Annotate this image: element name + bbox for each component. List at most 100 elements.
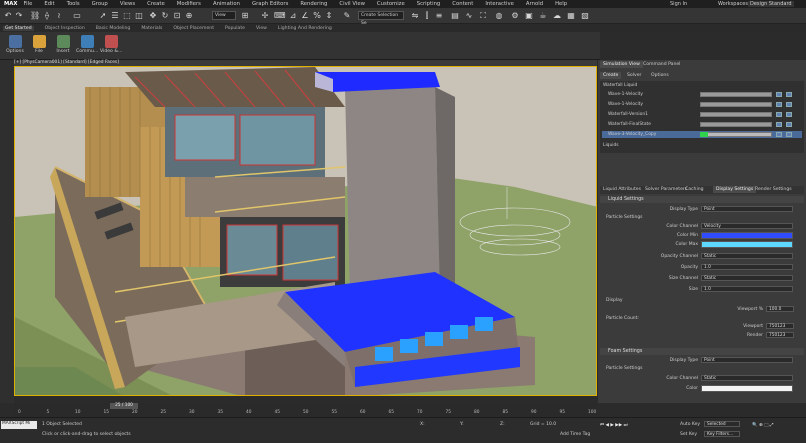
render-cloud-icon[interactable]: ☁ — [552, 10, 562, 21]
ribbon-tab-object-inspection[interactable]: Object Inspection — [45, 26, 85, 31]
ribbon-tab-object-placement[interactable]: Object Placement — [173, 26, 214, 31]
stop-icon[interactable] — [786, 92, 792, 97]
file-button[interactable]: File — [28, 34, 50, 58]
rendered-frame-icon[interactable]: ▣ — [524, 10, 534, 21]
menu-item-graph-editors[interactable]: Graph Editors — [252, 1, 288, 7]
menu-item-modifiers[interactable]: Modifiers — [177, 1, 201, 7]
bind-icon[interactable]: ≀ — [54, 10, 64, 21]
percent-snap-icon[interactable]: % — [312, 10, 322, 21]
mirror-icon[interactable]: ⇋ — [410, 10, 420, 21]
tab-create[interactable]: Create — [600, 72, 622, 79]
maxscript-listener[interactable]: MAXScript Mi — [1, 421, 37, 429]
selection-filter-icon[interactable]: ▭ — [72, 10, 82, 21]
render-production-icon[interactable]: ☕ — [538, 10, 548, 21]
select-object-icon[interactable]: ➚ — [98, 10, 108, 21]
menu-item-views[interactable]: Views — [120, 1, 135, 7]
tree-item[interactable]: Waterfall-FinalState — [608, 122, 651, 128]
color-max-swatch[interactable] — [701, 241, 793, 248]
viewport-perspective[interactable] — [14, 66, 597, 396]
selected-dropdown[interactable]: Selected — [704, 421, 740, 427]
menu-item-group[interactable]: Group — [92, 1, 108, 7]
transport-controls[interactable]: ⏮ ◀ ▶ ▶▶ ⏭ — [600, 422, 628, 428]
rotate-icon[interactable]: ↻ — [160, 10, 170, 21]
toggle-ribbon-icon[interactable]: ▤ — [450, 10, 460, 21]
spinner-snap-icon[interactable]: ⇕ — [324, 10, 334, 21]
stop-icon[interactable] — [786, 132, 792, 137]
attr-tab-caching[interactable]: Caching — [682, 186, 707, 193]
menu-item-customize[interactable]: Customize — [377, 1, 405, 7]
link-icon[interactable]: ⛓ — [30, 10, 40, 21]
window-crossing-icon[interactable]: ◫ — [134, 10, 144, 21]
tree-item[interactable]: Waterfall-Version1 — [608, 112, 648, 118]
foam-settings-header[interactable]: Foam Settings — [600, 348, 804, 355]
ribbon-tab-materials[interactable]: Materials — [141, 26, 162, 31]
attr-tab-liquid-attributes[interactable]: Liquid Attributes — [600, 186, 644, 193]
workspace-dropdown[interactable]: Design Standard — [748, 1, 794, 7]
named-selection-dropdown[interactable]: Create Selection Se — [358, 11, 404, 26]
open-explorer-icon[interactable]: ▧ — [580, 10, 590, 21]
redo-icon[interactable]: ↷ — [14, 10, 24, 21]
foam-color-swatch[interactable] — [701, 385, 793, 392]
play-icon[interactable] — [776, 132, 782, 137]
ribbon-tab-populate[interactable]: Populate — [225, 26, 245, 31]
viewport-pct-field[interactable]: 100.0 — [766, 306, 794, 312]
select-by-name-icon[interactable]: ☰ — [110, 10, 120, 21]
angle-snap-icon[interactable]: ∠ — [300, 10, 310, 21]
keyboard-shortcut-icon[interactable]: ⌨ — [274, 10, 286, 21]
menu-item-tools[interactable]: Tools — [67, 1, 80, 7]
material-editor-icon[interactable]: ◍ — [494, 10, 504, 21]
viewport-nav-controls[interactable]: 🔍 ⊕ ⬚ ⤢ — [752, 422, 774, 428]
reference-coord-dropdown[interactable]: View — [212, 11, 236, 20]
menu-item-rendering[interactable]: Rendering — [300, 1, 327, 7]
tree-item[interactable]: Wave-1-Velocity — [608, 92, 643, 98]
stop-icon[interactable] — [786, 112, 792, 117]
liquid-settings-header[interactable]: Liquid Settings — [600, 196, 804, 203]
render-setup-icon[interactable]: ⚙ — [510, 10, 520, 21]
options-button[interactable]: Options — [4, 34, 26, 58]
size-channel-dropdown[interactable]: Static — [701, 275, 793, 281]
tab-solver[interactable]: Solver — [624, 72, 644, 79]
ribbon-tab-get-started[interactable]: Get Started — [3, 25, 34, 31]
key-filters-button[interactable]: Key Filters... — [704, 431, 740, 437]
select-manipulate-icon[interactable]: ✢ — [260, 10, 270, 21]
video-button[interactable]: Video &... — [100, 34, 122, 58]
display-type-dropdown[interactable]: Point — [701, 206, 793, 212]
stop-icon[interactable] — [786, 102, 792, 107]
attr-tab-render-settings[interactable]: Render Settings — [752, 186, 795, 193]
foam-display-type-dropdown[interactable]: Point — [701, 357, 793, 363]
rect-selection-icon[interactable]: ⬚ — [122, 10, 132, 21]
tree-root[interactable]: Waterfall Liquid — [603, 83, 637, 89]
menu-item-help[interactable]: Help — [555, 1, 567, 7]
app-logo[interactable]: MAX — [4, 1, 17, 7]
play-icon[interactable] — [776, 122, 782, 127]
menu-item-edit[interactable]: Edit — [44, 1, 54, 7]
menu-item-file[interactable]: File — [23, 1, 32, 7]
set-key-button[interactable]: Set Key — [680, 432, 697, 437]
a360-gallery-icon[interactable]: ▦ — [566, 10, 576, 21]
menu-item-scripting[interactable]: Scripting — [417, 1, 441, 7]
edit-named-sel-icon[interactable]: ✎ — [342, 10, 352, 21]
place-icon[interactable]: ⊕ — [184, 10, 194, 21]
tab-command-panel[interactable]: Command Panel — [640, 61, 683, 68]
add-time-tag[interactable]: Add Time Tag — [560, 432, 590, 437]
tab-options[interactable]: Options — [648, 72, 672, 79]
ribbon-tab-basic-modeling[interactable]: Basic Modeling — [96, 26, 131, 31]
play-icon[interactable] — [776, 102, 782, 107]
unlink-icon[interactable]: ⟠ — [42, 10, 52, 21]
attr-tab-display-settings[interactable]: Display Settings — [713, 186, 757, 193]
insert-button[interactable]: Insert — [52, 34, 74, 58]
play-icon[interactable] — [776, 92, 782, 97]
ribbon-tab-lighting-and-rendering[interactable]: Lighting And Rendering — [278, 26, 332, 31]
layer-explorer-icon[interactable]: ≡ — [434, 10, 444, 21]
align-icon[interactable]: ⫿ — [422, 10, 432, 21]
community-button[interactable]: Commu... — [76, 34, 98, 58]
scale-icon[interactable]: ⊡ — [172, 10, 182, 21]
schematic-view-icon[interactable]: ⛶ — [478, 10, 488, 21]
menu-item-animation[interactable]: Animation — [213, 1, 240, 7]
snap-3d-icon[interactable]: ⊿ — [288, 10, 298, 21]
color-min-swatch[interactable] — [701, 232, 793, 239]
foam-color-channel-dropdown[interactable]: Static — [701, 375, 793, 381]
time-slider[interactable]: 25 / 100 — [110, 403, 138, 409]
size-field[interactable]: 1.0 — [701, 286, 793, 292]
ribbon-tab-view[interactable]: View — [256, 26, 267, 31]
